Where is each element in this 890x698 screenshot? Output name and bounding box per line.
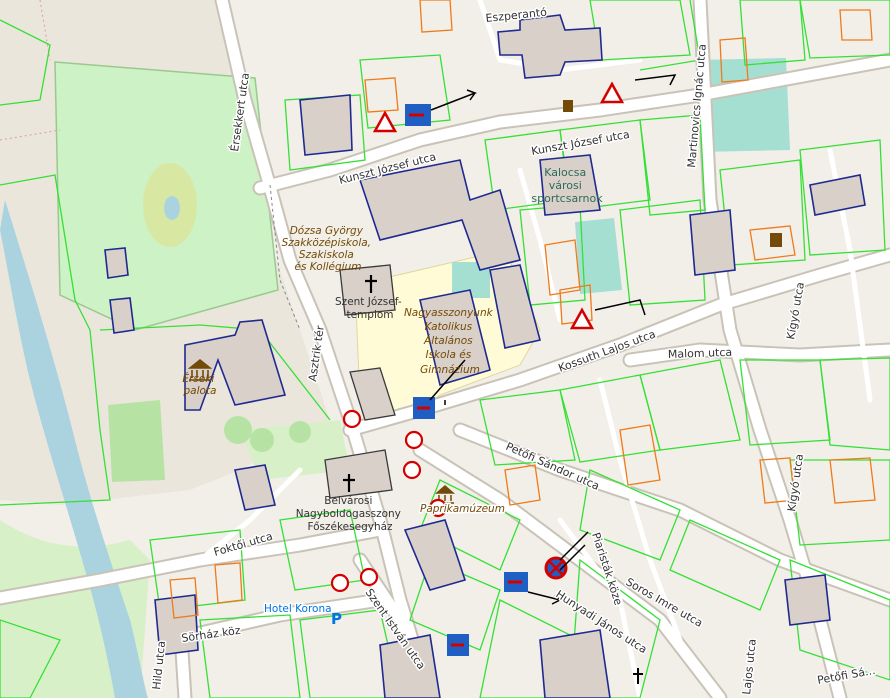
map-canvas[interactable]: P Érsekkert utca Kunszt József utca Kuns… [0, 0, 890, 698]
pond [164, 196, 180, 220]
poi-paprika: Paprikamúzeum [420, 503, 505, 515]
map-layer: P Érsekkert utca Kunszt József utca Kuns… [0, 0, 890, 698]
police-icon[interactable] [770, 233, 782, 247]
street-label-malom: Malom utca [668, 346, 733, 361]
parking-icon[interactable]: P [331, 610, 342, 628]
library-icon[interactable] [563, 100, 573, 112]
poi-erseki: Érseki palota [182, 372, 217, 397]
svg-text:P: P [331, 610, 342, 628]
poi-hotel: Hotel Korona [264, 603, 332, 615]
garden-area [108, 400, 165, 482]
one-way-icon[interactable] [447, 634, 469, 656]
